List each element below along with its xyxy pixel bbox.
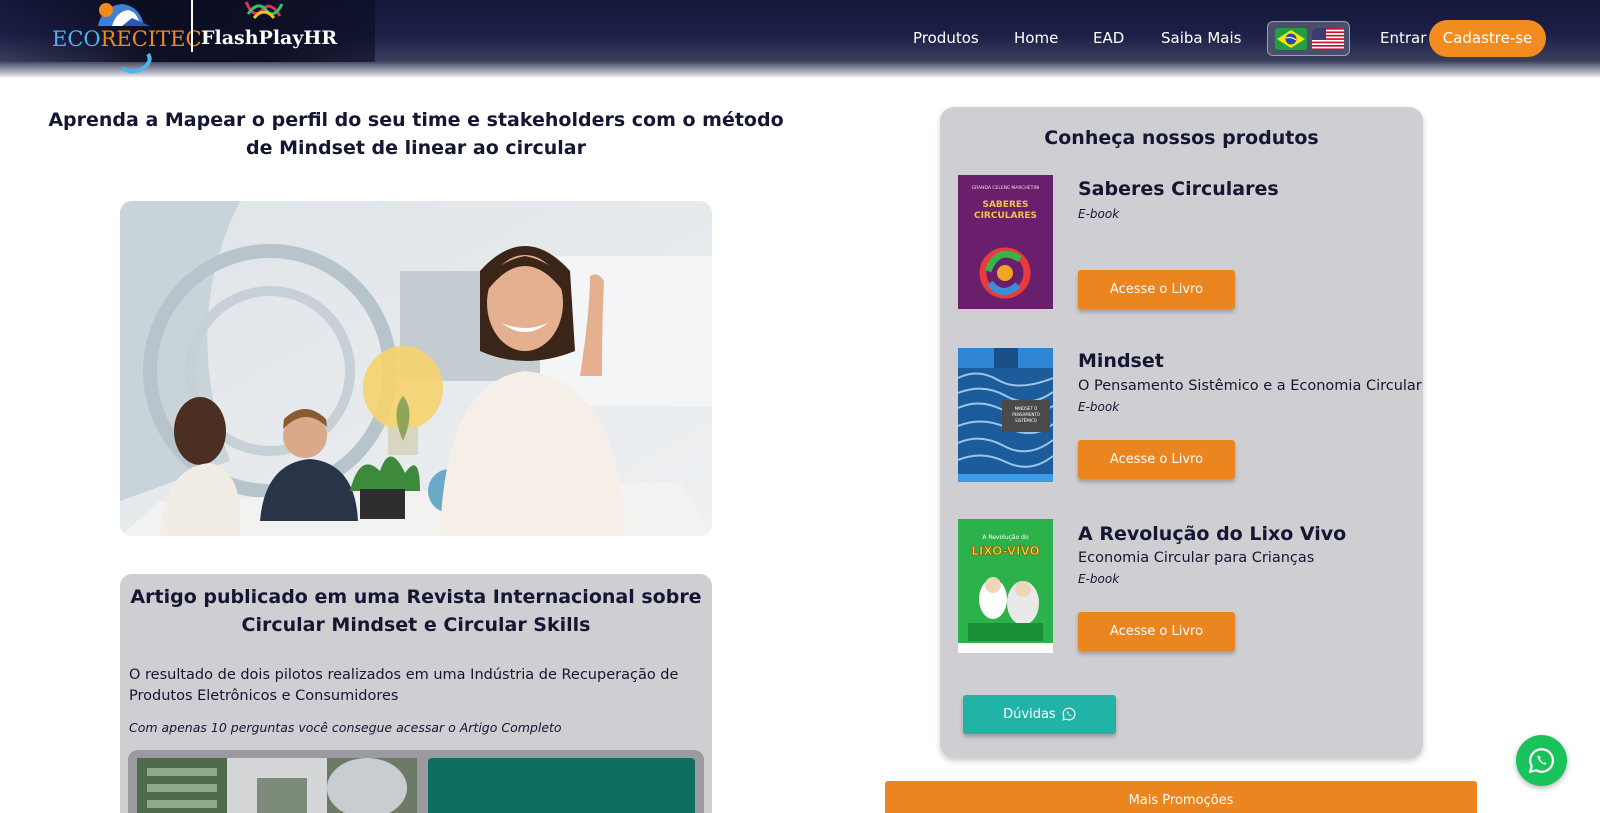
product-subtitle-lixo-vivo: Economia Circular para Crianças <box>1078 550 1315 566</box>
article-description: O resultado de dois pilotos realizados e… <box>129 667 679 704</box>
page-title: Aprenda a Mapear o perfil do seu time e … <box>48 109 784 159</box>
whatsapp-icon <box>1528 748 1554 774</box>
whatsapp-float-button[interactable] <box>1516 735 1567 786</box>
nav-home[interactable]: Home <box>1014 29 1058 47</box>
article-panel[interactable] <box>428 758 695 813</box>
article-note: Com apenas 10 perguntas você consegue ac… <box>129 720 562 735</box>
acesse-livro-button-lixo-vivo[interactable]: Acesse o Livro <box>1078 612 1235 651</box>
product-type-saberes: E-book <box>1078 207 1120 221</box>
svg-text:SISTÊMICO: SISTÊMICO <box>1015 418 1037 423</box>
swirl-icon <box>120 52 152 74</box>
products-heading: Conheça nossos produtos <box>1044 127 1319 149</box>
product-name-saberes: Saberes Circulares <box>1078 178 1279 200</box>
duvidas-button[interactable]: Dúvidas <box>963 695 1116 734</box>
signup-button[interactable]: Cadastre-se <box>1429 20 1546 57</box>
svg-text:CIRCULARES: CIRCULARES <box>974 211 1037 221</box>
flashplay-logo-text: FlashPlayHR <box>201 27 338 49</box>
nav-produtos[interactable]: Produtos <box>913 29 979 47</box>
article-photo <box>137 758 417 813</box>
products-card: Conheça nossos produtos GRANDA CELENE MA… <box>940 107 1423 758</box>
whatsapp-small-icon <box>1062 707 1076 721</box>
ecorecitec-logo-icon <box>98 3 150 26</box>
language-selector[interactable] <box>1267 21 1350 56</box>
product-name-mindset: Mindset <box>1078 350 1164 372</box>
product-type-mindset: E-book <box>1078 400 1120 414</box>
acesse-livro-button-saberes[interactable]: Acesse o Livro <box>1078 270 1235 309</box>
product-name-lixo-vivo: A Revolução do Lixo Vivo <box>1078 523 1347 545</box>
logo-area[interactable]: ECORECITEC FlashPlayHR <box>0 0 375 74</box>
cover3-title-2: LIXO-VIVO <box>971 544 1040 558</box>
site-header: ECORECITEC FlashPlayHR Produtos Home EAD… <box>0 0 1600 78</box>
logo-divider <box>191 0 193 52</box>
cover3-title-1: A Revolução do <box>982 534 1029 541</box>
nav-ead[interactable]: EAD <box>1093 29 1124 47</box>
cover-lixo-vivo[interactable]: A Revolução do LIXO-VIVO <box>958 519 1053 653</box>
nav-saiba-mais[interactable]: Saiba Mais <box>1161 29 1241 47</box>
product-subtitle-mindset: O Pensamento Sistêmico e a Economia Circ… <box>1078 378 1422 394</box>
product-type-lixo-vivo: E-book <box>1078 572 1120 586</box>
article-title: Artigo publicado em uma Revista Internac… <box>130 586 702 636</box>
logo-eco-part2: RECITEC <box>100 27 202 51</box>
acesse-livro-button-mindset[interactable]: Acesse o Livro <box>1078 440 1235 479</box>
svg-text:PENSAMENTO: PENSAMENTO <box>1012 412 1040 417</box>
svg-text:SABERES: SABERES <box>982 200 1028 210</box>
logo-eco-part1: ECO <box>52 27 101 51</box>
usa-flag-icon[interactable] <box>1312 28 1344 50</box>
hero-image <box>120 201 712 536</box>
svg-text:MINDSET O: MINDSET O <box>1015 406 1038 411</box>
cover-mindset[interactable]: MINDSET O PENSAMENTO SISTÊMICO <box>958 348 1053 482</box>
cover1-author: GRANDA CELENE MARCHETINI <box>972 185 1040 191</box>
cover-saberes-circulares[interactable]: GRANDA CELENE MARCHETINI SABERES CIRCULA… <box>958 175 1053 309</box>
ecorecitec-logo-text: ECORECITEC <box>52 27 202 51</box>
brazil-flag-icon[interactable] <box>1275 28 1307 50</box>
duvidas-label: Dúvidas <box>1003 707 1056 722</box>
mais-promocoes-button[interactable]: Mais Promoções <box>885 781 1477 813</box>
article-card: Artigo publicado em uma Revista Internac… <box>120 574 712 813</box>
flashplay-logo-icon <box>244 1 284 20</box>
login-link[interactable]: Entrar <box>1380 29 1426 47</box>
